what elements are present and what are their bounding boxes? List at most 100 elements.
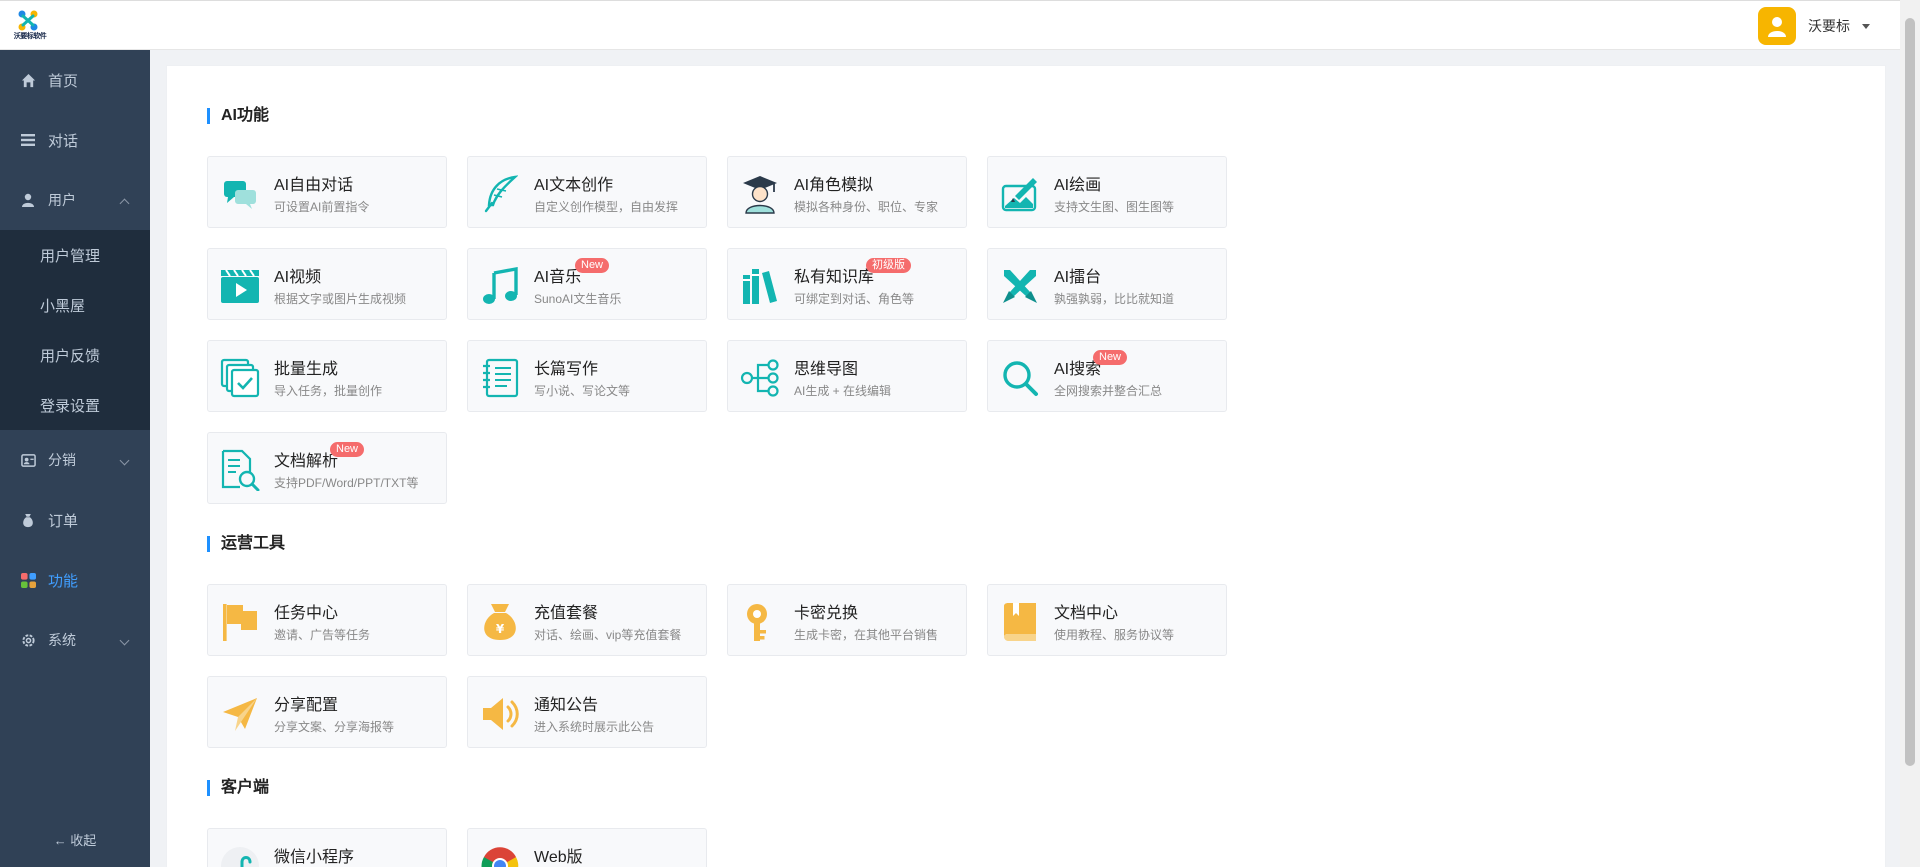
card-desc: 使用教程、服务协议等 xyxy=(1054,628,1175,642)
chrome-icon xyxy=(480,846,520,867)
sidebar-item-feedback[interactable]: 用户反馈 xyxy=(0,330,150,380)
card-long-writing[interactable]: 长篇写作 写小说、写论文等 xyxy=(467,340,707,412)
card-title: 分享配置 xyxy=(274,697,339,714)
card-title: 长篇写作 xyxy=(534,361,599,378)
user-name: 沃要标 xyxy=(1808,18,1850,34)
sidebar-item-home[interactable]: 首页 xyxy=(0,50,150,110)
card-ai-chat[interactable]: AI自由对话 可设置AI前置指令 xyxy=(207,156,447,228)
sidebar-item-label: 对话 xyxy=(48,132,79,150)
sidebar-item-distribution[interactable]: 分销 xyxy=(0,430,150,490)
card-title: 卡密兑换 xyxy=(794,605,859,622)
painting-icon xyxy=(1000,174,1040,214)
card-batch-generate[interactable]: 批量生成 导入任务，批量创作 xyxy=(207,340,447,412)
home-icon xyxy=(20,72,36,88)
card-desc: 模拟各种身份、职位、专家 xyxy=(794,200,939,214)
card-desc: AI生成 + 在线编辑 xyxy=(794,384,892,398)
feather-icon xyxy=(480,174,520,214)
top-bar: 沃要标软件 沃要标 xyxy=(0,0,1900,50)
ai-feature-grid: AI自由对话 可设置AI前置指令 AI文本创作 自定义创作模型，自由发挥 AI角… xyxy=(207,156,1227,504)
caret-down-icon[interactable] xyxy=(1862,23,1870,29)
search-icon xyxy=(1000,358,1040,398)
page-scrollbar[interactable] xyxy=(1900,0,1920,867)
svg-text:¥: ¥ xyxy=(496,622,505,636)
sidebar-item-login-settings[interactable]: 登录设置 xyxy=(0,380,150,430)
money-bag-icon: ¥ xyxy=(480,602,520,642)
card-wechat-miniprogram[interactable]: 微信小程序 xyxy=(207,828,447,867)
tier-badge: 初级版 xyxy=(866,258,911,273)
card-title: AI擂台 xyxy=(1054,269,1102,286)
card-desc: SunoAI文生音乐 xyxy=(534,292,622,306)
music-icon xyxy=(480,266,520,306)
sidebar-item-label: 用户 xyxy=(48,192,76,208)
card-desc: 可绑定到对话、角色等 xyxy=(794,292,915,306)
card-title: AI角色模拟 xyxy=(794,177,874,194)
mindmap-icon xyxy=(740,358,780,398)
new-badge: New xyxy=(575,258,610,273)
chevron-up-icon xyxy=(119,198,130,209)
user-icon xyxy=(20,192,36,208)
card-desc: 生成卡密，在其他平台销售 xyxy=(794,628,939,642)
section-title-operations: 运营工具 xyxy=(207,536,285,552)
card-announcement[interactable]: 通知公告 进入系统时展示此公告 xyxy=(467,676,707,748)
sidebar-item-label: 订单 xyxy=(48,512,79,530)
main-content: AI功能 AI自由对话 可设置AI前置指令 AI文本创作 自定义创作模型，自由发… xyxy=(166,65,1886,867)
user-menu[interactable]: 沃要标 xyxy=(1758,7,1870,45)
speaker-icon xyxy=(480,694,520,734)
app-logo[interactable]: 沃要标软件 xyxy=(6,9,50,43)
card-ai-search[interactable]: AI搜索 全网搜索并整合汇总 New xyxy=(987,340,1227,412)
section-title-clients: 客户端 xyxy=(207,780,269,796)
card-mind-map[interactable]: 思维导图 AI生成 + 在线编辑 xyxy=(727,340,967,412)
collapse-sidebar-button[interactable]: ← 收起 xyxy=(0,830,150,849)
book-icon xyxy=(1000,602,1040,642)
card-title: AI自由对话 xyxy=(274,177,354,194)
sidebar-item-user[interactable]: 用户 xyxy=(0,170,150,230)
card-ai-arena[interactable]: AI擂台 孰强孰弱，比比就知道 xyxy=(987,248,1227,320)
wechat-miniprogram-icon xyxy=(220,846,260,867)
card-title: AI音乐 xyxy=(534,269,582,286)
card-knowledge-base[interactable]: 私有知识库 可绑定到对话、角色等 初级版 xyxy=(727,248,967,320)
chevron-down-icon xyxy=(119,455,130,466)
sidebar-item-user-management[interactable]: 用户管理 xyxy=(0,230,150,280)
card-share-config[interactable]: 分享配置 分享文案、分享海报等 xyxy=(207,676,447,748)
user-submenu: 用户管理 小黑屋 用户反馈 登录设置 xyxy=(0,230,150,430)
operations-grid: 任务中心 邀请、广告等任务 ¥ 充值套餐 对话、绘画、vip等充值套餐 卡密兑换… xyxy=(207,584,1227,748)
gear-icon xyxy=(20,632,36,648)
sidebar-item-system[interactable]: 系统 xyxy=(0,610,150,670)
sidebar: 首页 对话 用户 用户管理 小黑屋 用户反馈 登录设置 分销 订单 功能 系统 … xyxy=(0,50,150,867)
logo-icon xyxy=(18,10,38,31)
card-ai-painting[interactable]: AI绘画 支持文生图、图生图等 xyxy=(987,156,1227,228)
document-search-icon xyxy=(220,449,260,491)
list-icon xyxy=(20,132,36,148)
sidebar-item-features[interactable]: 功能 xyxy=(0,550,150,610)
card-ai-music[interactable]: AI音乐 SunoAI文生音乐 New xyxy=(467,248,707,320)
card-desc: 邀请、广告等任务 xyxy=(274,628,371,642)
new-badge: New xyxy=(1093,350,1128,365)
card-title: AI文本创作 xyxy=(534,177,614,194)
logo-text: 沃要标软件 xyxy=(13,33,47,40)
card-ai-text[interactable]: AI文本创作 自定义创作模型，自由发挥 xyxy=(467,156,707,228)
card-recharge[interactable]: ¥ 充值套餐 对话、绘画、vip等充值套餐 xyxy=(467,584,707,656)
avatar[interactable] xyxy=(1758,7,1796,45)
card-desc: 分享文案、分享海报等 xyxy=(274,720,395,734)
card-desc: 根据文字或图片生成视频 xyxy=(274,292,407,306)
sidebar-item-orders[interactable]: 订单 xyxy=(0,490,150,550)
card-title: 文档解析 xyxy=(274,453,339,470)
card-title: 思维导图 xyxy=(794,361,859,378)
books-icon xyxy=(740,266,780,306)
card-title: AI绘画 xyxy=(1054,177,1102,194)
card-desc: 可设置AI前置指令 xyxy=(274,200,370,214)
card-ai-video[interactable]: AI视频 根据文字或图片生成视频 xyxy=(207,248,447,320)
card-title: 私有知识库 xyxy=(794,269,875,286)
card-task-center[interactable]: 任务中心 邀请、广告等任务 xyxy=(207,584,447,656)
card-ai-role[interactable]: AI角色模拟 模拟各种身份、职位、专家 xyxy=(727,156,967,228)
card-doc-parse[interactable]: 文档解析 支持PDF/Word/PPT/TXT等 New xyxy=(207,432,447,504)
card-title: Web版 xyxy=(534,849,583,866)
scrollbar-thumb[interactable] xyxy=(1905,18,1915,766)
sidebar-item-blacklist[interactable]: 小黑屋 xyxy=(0,280,150,330)
card-web-version[interactable]: Web版 xyxy=(467,828,707,867)
sidebar-item-chat[interactable]: 对话 xyxy=(0,110,150,170)
key-icon xyxy=(740,602,780,642)
card-doc-center[interactable]: 文档中心 使用教程、服务协议等 xyxy=(987,584,1227,656)
card-card-redeem[interactable]: 卡密兑换 生成卡密，在其他平台销售 xyxy=(727,584,967,656)
user-avatar-icon xyxy=(1768,17,1786,37)
